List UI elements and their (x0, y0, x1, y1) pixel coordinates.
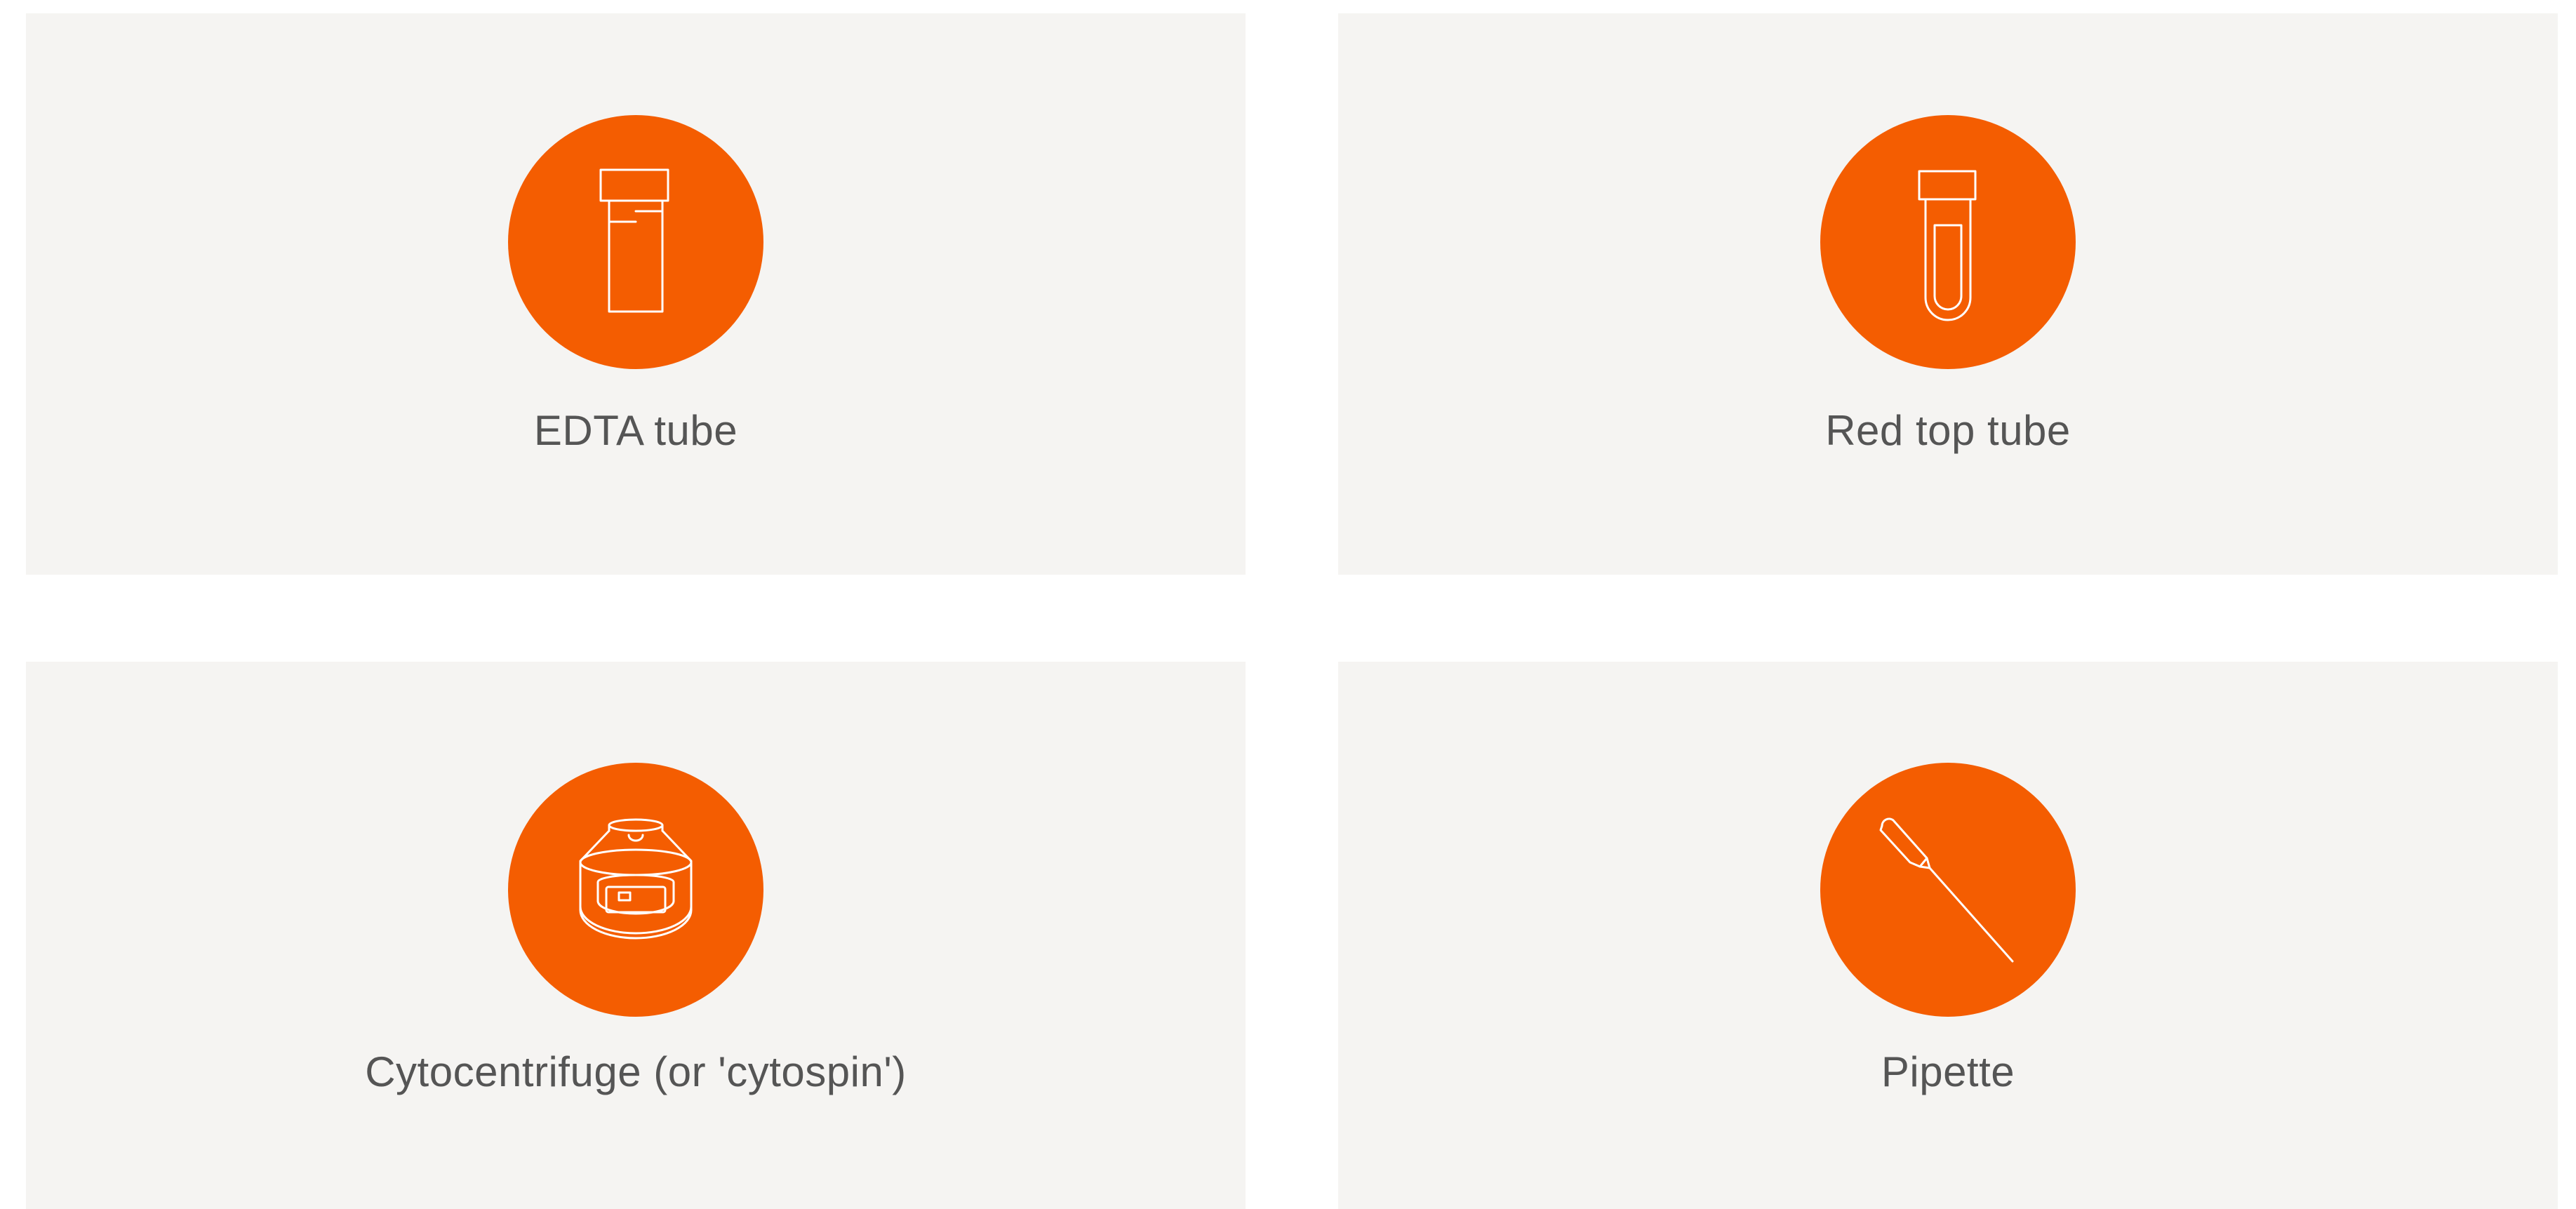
equipment-card-pipette: Pipette (1338, 662, 2558, 1209)
icon-circle (1820, 115, 2076, 369)
equipment-label: Red top tube (1825, 407, 2071, 454)
icon-circle (508, 115, 763, 369)
red-top-tube-icon (1918, 170, 1977, 321)
equipment-card-red-top-tube: Red top tube (1338, 13, 2558, 575)
edta-tube-icon (599, 168, 669, 313)
equipment-label: Pipette (1881, 1048, 2015, 1095)
equipment-label: Cytocentrifuge (or 'cytospin') (365, 1048, 907, 1095)
cytocentrifuge-icon (579, 818, 693, 940)
icon-circle (508, 763, 763, 1017)
pipette-icon (1879, 817, 2014, 963)
equipment-label: EDTA tube (533, 407, 738, 454)
equipment-card-edta-tube: EDTA tube (26, 13, 1246, 575)
equipment-card-cytocentrifuge: Cytocentrifuge (or 'cytospin') (26, 662, 1246, 1209)
icon-circle (1820, 763, 2076, 1017)
